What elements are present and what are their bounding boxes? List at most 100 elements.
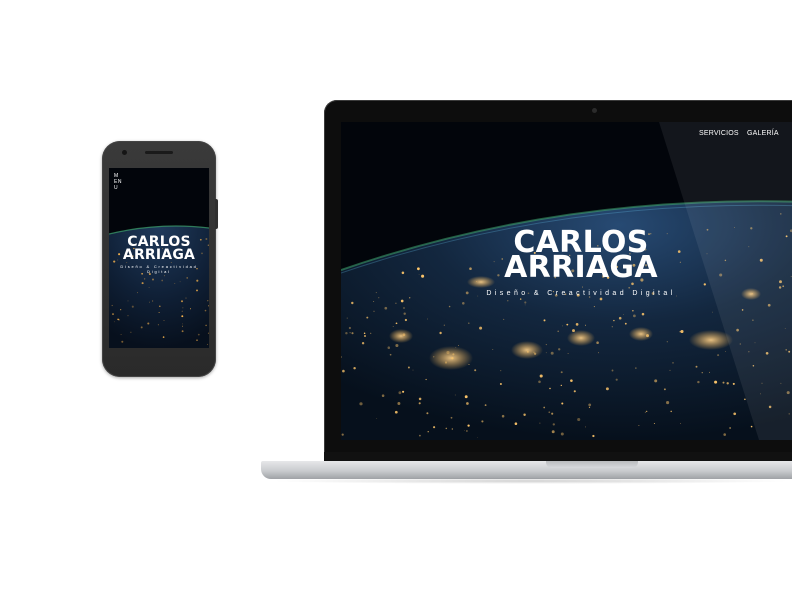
city-light: [566, 323, 569, 326]
city-light: [402, 390, 405, 393]
city-light: [342, 369, 345, 373]
city-light: [407, 366, 410, 369]
city-light: [444, 361, 448, 364]
laptop-shadow: [270, 478, 792, 484]
city-light: [750, 425, 753, 428]
city-light: [581, 286, 583, 288]
city-light: [141, 282, 144, 285]
city-light: [558, 348, 561, 351]
city-light: [672, 362, 674, 364]
city-light: [398, 391, 402, 395]
city-light: [466, 430, 468, 432]
city-light: [457, 345, 459, 347]
city-light: [345, 331, 348, 335]
city-light: [663, 388, 666, 391]
city-light: [646, 410, 648, 412]
city-light: [615, 378, 618, 381]
city-light: [714, 380, 718, 384]
city-light: [348, 326, 351, 330]
city-light: [695, 365, 698, 368]
city-light: [464, 429, 465, 431]
city-light: [524, 301, 527, 304]
city-light: [395, 322, 398, 325]
city-light: [117, 318, 119, 321]
city-light: [359, 402, 363, 406]
city-light: [543, 406, 546, 409]
city-light: [454, 394, 456, 396]
city-light: [427, 431, 429, 433]
city-light: [373, 300, 375, 302]
city-light: [585, 426, 586, 428]
laptop-lid-notch: [546, 461, 638, 468]
city-light: [196, 289, 198, 292]
city-light: [381, 394, 385, 397]
city-light: [351, 301, 354, 305]
city-light: [181, 315, 184, 318]
brand-line-2: ARRIAGA: [122, 247, 196, 263]
city-light: [560, 384, 562, 387]
city-light: [349, 332, 351, 334]
city-light: [588, 403, 592, 407]
city-light: [151, 278, 155, 281]
tagline: Diseño & Creactividad Digital: [120, 264, 198, 274]
city-light: [524, 304, 526, 306]
city-light: [577, 417, 581, 422]
city-light: [162, 336, 165, 338]
city-light: [182, 307, 184, 309]
city-light: [402, 333, 406, 337]
city-light: [479, 326, 483, 330]
city-light: [632, 310, 634, 312]
city-light: [588, 406, 591, 409]
city-light: [353, 366, 356, 370]
city-light: [397, 402, 401, 405]
city-light: [196, 339, 198, 341]
city-light: [605, 387, 609, 391]
city-light: [394, 410, 398, 414]
nav-link-galeria[interactable]: GALERÍA: [747, 130, 779, 137]
city-light: [599, 297, 603, 301]
city-light: [503, 318, 505, 320]
city-light: [174, 283, 176, 284]
city-light: [476, 437, 478, 439]
city-light: [403, 307, 405, 309]
city-light: [551, 430, 555, 434]
city-light: [533, 351, 535, 353]
city-light: [152, 300, 154, 302]
city-light: [545, 352, 547, 354]
city-light: [204, 309, 207, 312]
city-light: [426, 412, 429, 415]
city-light: [638, 425, 640, 427]
city-light: [395, 302, 397, 305]
city-light: [624, 322, 627, 325]
city-light: [666, 401, 670, 405]
city-light: [543, 319, 546, 322]
city-light: [131, 305, 134, 308]
city-light: [703, 283, 706, 286]
laptop-lid: SERVICIOS GALERÍA CARLOS ARRIAGA Diseño …: [324, 100, 792, 462]
phone-device: MENU CARLOS ARRIAGA Diseño & Creactivida…: [102, 141, 218, 377]
city-light: [507, 300, 509, 302]
city-light: [680, 329, 684, 334]
city-light: [726, 382, 729, 385]
city-light: [384, 306, 388, 310]
city-light: [666, 341, 668, 343]
city-light: [180, 300, 184, 303]
city-light: [539, 374, 543, 378]
laptop-base: [261, 461, 792, 479]
city-light: [484, 404, 487, 406]
city-light: [182, 323, 184, 325]
city-light: [572, 329, 575, 333]
menu-button[interactable]: MENU: [114, 173, 122, 191]
city-light: [140, 326, 143, 329]
nav-link-servicios[interactable]: SERVICIOS: [699, 130, 739, 137]
city-light: [701, 372, 703, 374]
city-light: [635, 367, 637, 369]
city-light: [481, 420, 484, 423]
city-light: [573, 390, 576, 393]
city-light: [366, 316, 369, 319]
city-light: [618, 316, 622, 320]
city-light: [641, 312, 645, 316]
city-light: [389, 353, 392, 356]
city-light: [439, 331, 442, 335]
city-light: [514, 422, 518, 425]
